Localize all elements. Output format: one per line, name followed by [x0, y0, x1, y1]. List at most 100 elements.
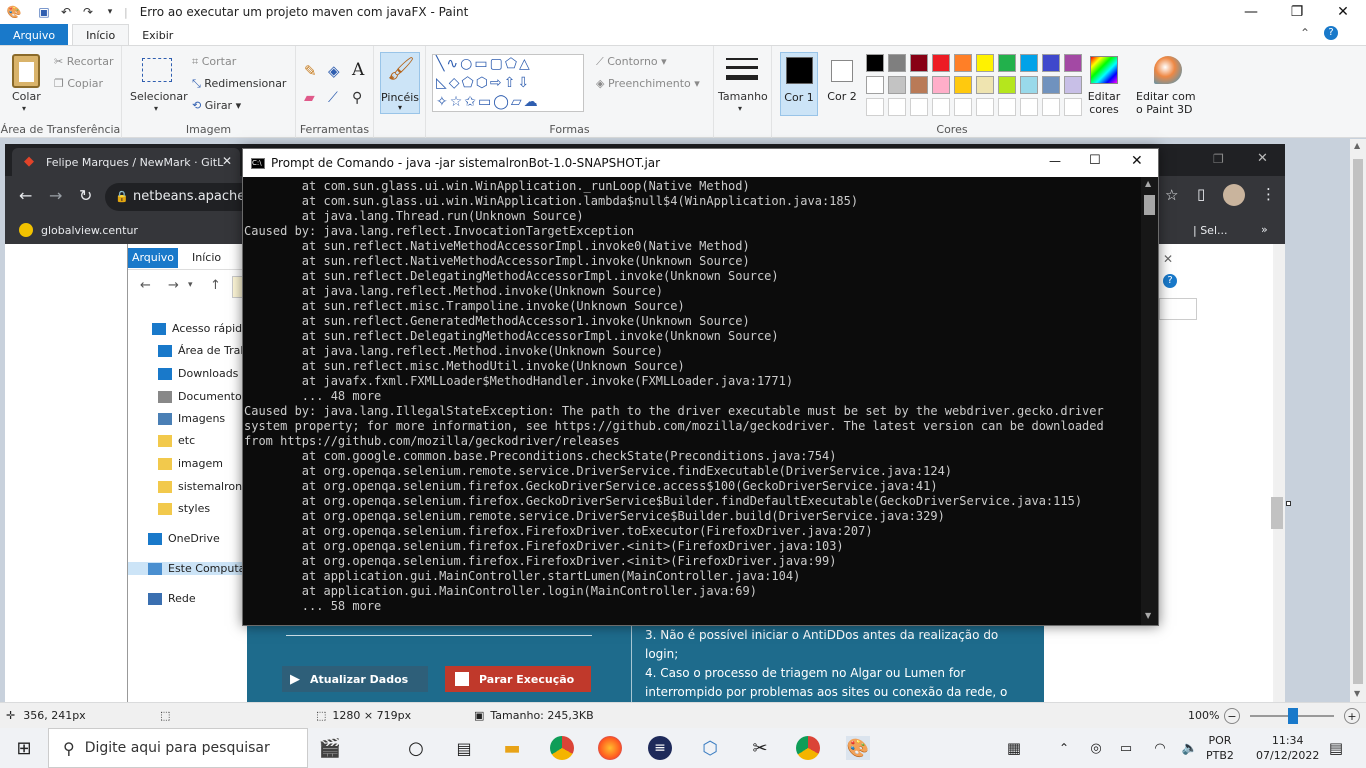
- custom-color-slot[interactable]: [910, 98, 928, 116]
- color-swatch[interactable]: [888, 54, 906, 72]
- help-icon[interactable]: ?: [1324, 26, 1338, 40]
- magnifier-icon[interactable]: ⚲: [352, 90, 362, 106]
- size-button[interactable]: Tamanho: [718, 90, 768, 103]
- fill-button[interactable]: ◈ Preenchimento ▾: [596, 77, 700, 90]
- color-swatch[interactable]: [1064, 54, 1082, 72]
- color-swatch[interactable]: [1064, 76, 1082, 94]
- clapper-icon[interactable]: 🎬: [318, 736, 342, 760]
- color-swatch[interactable]: [998, 54, 1016, 72]
- paint-scroll-thumb[interactable]: [1353, 159, 1363, 684]
- tab-exibir[interactable]: Exibir: [129, 24, 186, 46]
- chrome-icon[interactable]: [550, 736, 574, 760]
- custom-color-slot[interactable]: [888, 98, 906, 116]
- save-icon[interactable]: ▣: [36, 4, 52, 20]
- color-swatch[interactable]: [976, 76, 994, 94]
- custom-color-slot[interactable]: [1042, 98, 1060, 116]
- custom-color-slot[interactable]: [1064, 98, 1082, 116]
- scroll-down-icon[interactable]: ▼: [1354, 689, 1360, 698]
- cortana-icon[interactable]: ○: [404, 736, 428, 760]
- tab-inicio[interactable]: Início: [72, 24, 130, 46]
- edit-colors-button[interactable]: Editar cores: [1082, 90, 1126, 116]
- virtualbox-icon[interactable]: ⬡: [698, 736, 722, 760]
- maximize-button[interactable]: ❐: [1274, 0, 1320, 24]
- resize-button[interactable]: ⤡ Redimensionar: [192, 77, 286, 91]
- color-swatch[interactable]: [976, 54, 994, 72]
- resize-handle[interactable]: [1286, 501, 1291, 506]
- notification-icon[interactable]: ▤: [1324, 736, 1348, 760]
- zoom-slider-thumb[interactable]: [1288, 708, 1298, 724]
- color1-button[interactable]: Cor 1: [780, 52, 818, 116]
- custom-color-slot[interactable]: [954, 98, 972, 116]
- color-swatch[interactable]: [888, 76, 906, 94]
- chrome-tab[interactable]: ◆ Felipe Marques / NewMark · GitL ✕: [12, 148, 240, 176]
- paste-dropdown-icon[interactable]: ▾: [22, 104, 26, 113]
- color-swatch[interactable]: [1042, 54, 1060, 72]
- custom-color-slot[interactable]: [1020, 98, 1038, 116]
- windows-start-icon[interactable]: ⊞: [12, 736, 36, 760]
- language-indicator[interactable]: POR PTB2: [1206, 728, 1234, 768]
- custom-color-slot[interactable]: [866, 98, 884, 116]
- cut-button[interactable]: ✂ Recortar: [54, 55, 114, 68]
- volume-icon[interactable]: 🔈: [1178, 736, 1202, 760]
- rotate-button[interactable]: ⟲ Girar ▾: [192, 99, 241, 112]
- battery-icon[interactable]: ▭: [1114, 736, 1138, 760]
- copy-button[interactable]: ❐ Copiar: [54, 77, 103, 90]
- select-button[interactable]: Selecionar: [130, 90, 188, 103]
- brushes-button[interactable]: 🖌 Pincéis ▾: [380, 52, 420, 114]
- tray-app-icon[interactable]: ◎: [1084, 736, 1108, 760]
- color-swatch[interactable]: [932, 76, 950, 94]
- select-dropdown-icon[interactable]: ▾: [154, 104, 158, 113]
- color-swatch[interactable]: [910, 54, 928, 72]
- crop-button[interactable]: ⌗ Cortar: [192, 55, 236, 69]
- color-swatch[interactable]: [1042, 76, 1060, 94]
- color-swatch[interactable]: [866, 54, 884, 72]
- pencil-icon[interactable]: ✎: [304, 62, 317, 80]
- fill-bucket-icon[interactable]: ◈: [328, 62, 340, 80]
- outline-button[interactable]: ⟋ Contorno ▾: [596, 55, 667, 69]
- chrome-tab-close-icon[interactable]: ✕: [222, 154, 232, 168]
- size-dropdown-icon[interactable]: ▾: [738, 104, 742, 113]
- redo-icon[interactable]: ↷: [80, 4, 96, 20]
- file-explorer-icon[interactable]: ▬: [500, 736, 524, 760]
- eraser-icon[interactable]: ▰: [304, 90, 315, 106]
- edit-colors-icon[interactable]: [1090, 56, 1118, 84]
- custom-color-slot[interactable]: [932, 98, 950, 116]
- paint3d-icon[interactable]: [1154, 56, 1182, 84]
- color-swatch[interactable]: [954, 54, 972, 72]
- shapes-gallery[interactable]: ╲∿○▭▢⬠△ ◺◇⬠⬡⇨⇧⇩ ✧☆✩▭◯▱☁: [432, 54, 584, 112]
- paint-taskbar-icon[interactable]: 🎨: [846, 736, 870, 760]
- color-swatch[interactable]: [998, 76, 1016, 94]
- firefox-icon[interactable]: [598, 736, 622, 760]
- zoom-in-button[interactable]: +: [1344, 708, 1360, 724]
- clock[interactable]: 11:34 07/12/2022: [1256, 728, 1319, 768]
- text-tool-icon[interactable]: A: [352, 60, 364, 80]
- news-widget-icon[interactable]: ▦: [1002, 736, 1026, 760]
- custom-color-slot[interactable]: [998, 98, 1016, 116]
- undo-icon[interactable]: ↶: [58, 4, 74, 20]
- color-swatch[interactable]: [910, 76, 928, 94]
- minimize-button[interactable]: —: [1228, 0, 1274, 24]
- custom-color-slot[interactable]: [976, 98, 994, 116]
- color-swatch[interactable]: [932, 54, 950, 72]
- taskbar-search[interactable]: ⚲ Digite aqui para pesquisar: [48, 728, 308, 768]
- eclipse-icon[interactable]: ≡: [648, 736, 672, 760]
- snipping-tool-icon[interactable]: ✂: [748, 736, 772, 760]
- close-button[interactable]: ✕: [1320, 0, 1366, 24]
- paste-button[interactable]: Colar: [12, 90, 41, 103]
- color-swatch[interactable]: [1020, 76, 1038, 94]
- paint3d-button[interactable]: Editar com o Paint 3D: [1136, 90, 1202, 116]
- color-picker-icon[interactable]: ⟋: [328, 90, 338, 106]
- tab-arquivo[interactable]: Arquivo: [0, 24, 69, 46]
- color-swatch[interactable]: [954, 76, 972, 94]
- color-swatch[interactable]: [866, 76, 884, 94]
- zoom-out-button[interactable]: −: [1224, 708, 1240, 724]
- color2-button[interactable]: Cor 2: [824, 52, 860, 116]
- chrome-icon-2[interactable]: [796, 736, 820, 760]
- tray-overflow-icon[interactable]: ⌃: [1052, 736, 1076, 760]
- scroll-up-icon[interactable]: ▲: [1354, 141, 1360, 150]
- quick-access-dropdown-icon[interactable]: ▾: [102, 4, 118, 20]
- paint-vertical-scrollbar[interactable]: ▲ ▼: [1350, 139, 1366, 702]
- collapse-ribbon-icon[interactable]: ⌃: [1300, 26, 1310, 40]
- color-swatch[interactable]: [1020, 54, 1038, 72]
- task-view-icon[interactable]: ▤: [452, 736, 476, 760]
